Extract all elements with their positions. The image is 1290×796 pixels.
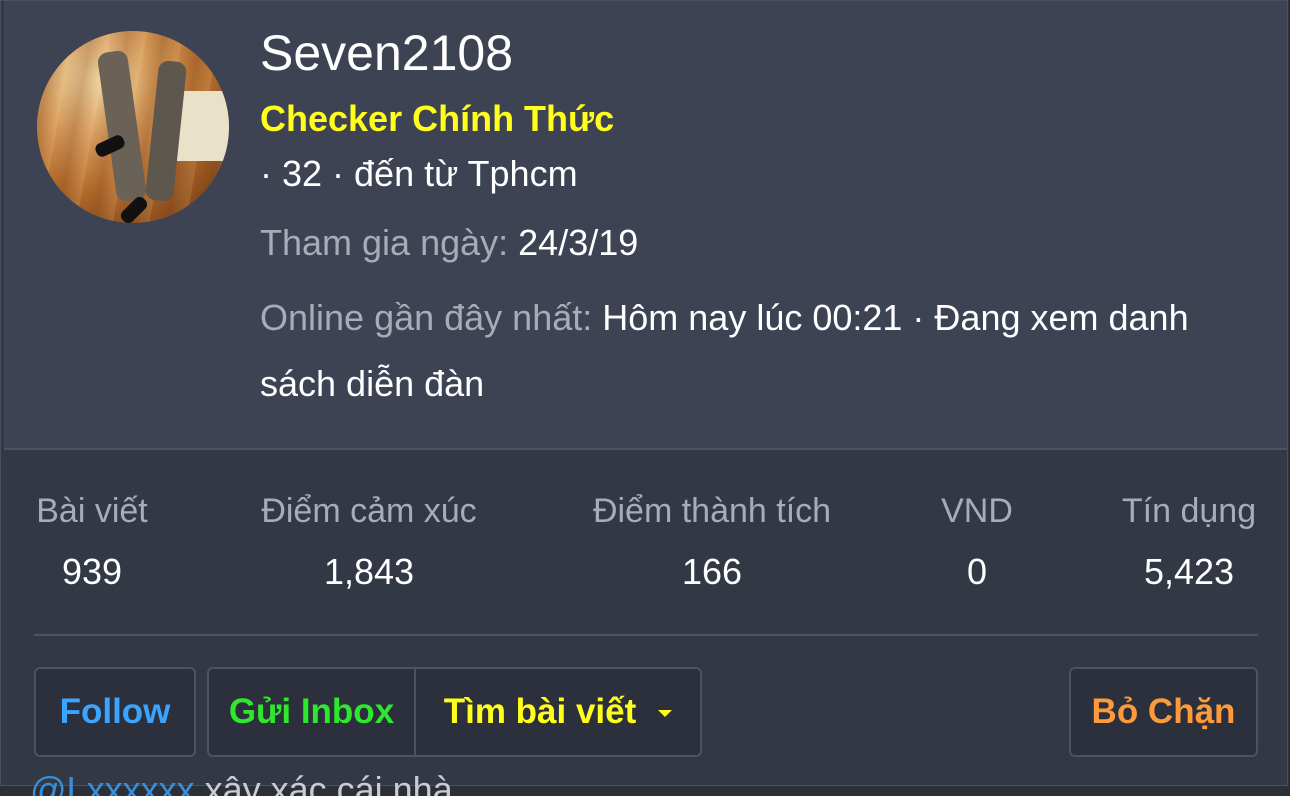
stat-credits: Tín dụng 5,423: [1104, 483, 1274, 605]
last-seen-row: Online gần đây nhất: Hôm nay lúc 00:21 ·…: [260, 285, 1260, 417]
stat-posts[interactable]: Bài viết 939: [34, 483, 150, 605]
stat-value: 939: [61, 551, 123, 592]
stat-value: 0: [966, 551, 988, 592]
stat-label: VND: [941, 492, 1013, 530]
mention-link[interactable]: @Lxxxxxx: [30, 770, 195, 796]
last-seen-label: Online gần đây nhất:: [260, 297, 593, 338]
stats-row: Bài viết 939 Điểm cảm xúc 1,843 Điểm thà…: [34, 483, 1258, 603]
stat-label: Điểm thành tích: [592, 492, 832, 530]
user-title: Checker Chính Thức: [260, 98, 615, 139]
follow-button-label: Follow: [59, 692, 171, 731]
find-posts-button-label: Tìm bài viết: [443, 692, 637, 731]
joined-row: Tham gia ngày: 24/3/19: [260, 221, 638, 265]
user-blurb: · 32 · đến từ Tphcm: [260, 153, 578, 194]
caret-down-icon: [658, 709, 673, 717]
stat-vnd: VND 0: [922, 483, 1032, 605]
underlying-post-text: @Lxxxxxx xây xác cái nhà: [30, 770, 453, 796]
stat-value: 166: [681, 551, 743, 592]
stat-label: Điểm cảm xúc: [261, 492, 477, 530]
joined-label: Tham gia ngày:: [260, 222, 509, 263]
send-inbox-button-label: Gửi Inbox: [228, 692, 395, 731]
stat-label: Tín dụng: [1121, 492, 1257, 530]
stat-reactions[interactable]: Điểm cảm xúc 1,843: [234, 483, 504, 605]
post-snippet: xây xác cái nhà: [204, 770, 453, 796]
unblock-button[interactable]: Bỏ Chặn: [1069, 667, 1258, 757]
follow-button[interactable]: Follow: [34, 667, 196, 757]
profile-header: Seven2108 Checker Chính Thức · 32 · đến …: [4, 1, 1287, 450]
username[interactable]: Seven2108: [260, 23, 513, 83]
unblock-button-label: Bỏ Chặn: [1091, 692, 1236, 731]
divider: [34, 634, 1258, 636]
stat-label: Bài viết: [36, 492, 148, 530]
stat-trophy-points[interactable]: Điểm thành tích 166: [571, 483, 853, 605]
avatar[interactable]: [37, 31, 229, 223]
find-posts-button[interactable]: Tìm bài viết: [414, 667, 702, 757]
stat-value: 5,423: [1143, 551, 1235, 592]
stat-value: 1,843: [323, 551, 415, 592]
send-inbox-button[interactable]: Gửi Inbox: [207, 667, 416, 757]
member-tooltip-card: Seven2108 Checker Chính Thức · 32 · đến …: [0, 0, 1288, 786]
joined-date: 24/3/19: [518, 222, 639, 263]
